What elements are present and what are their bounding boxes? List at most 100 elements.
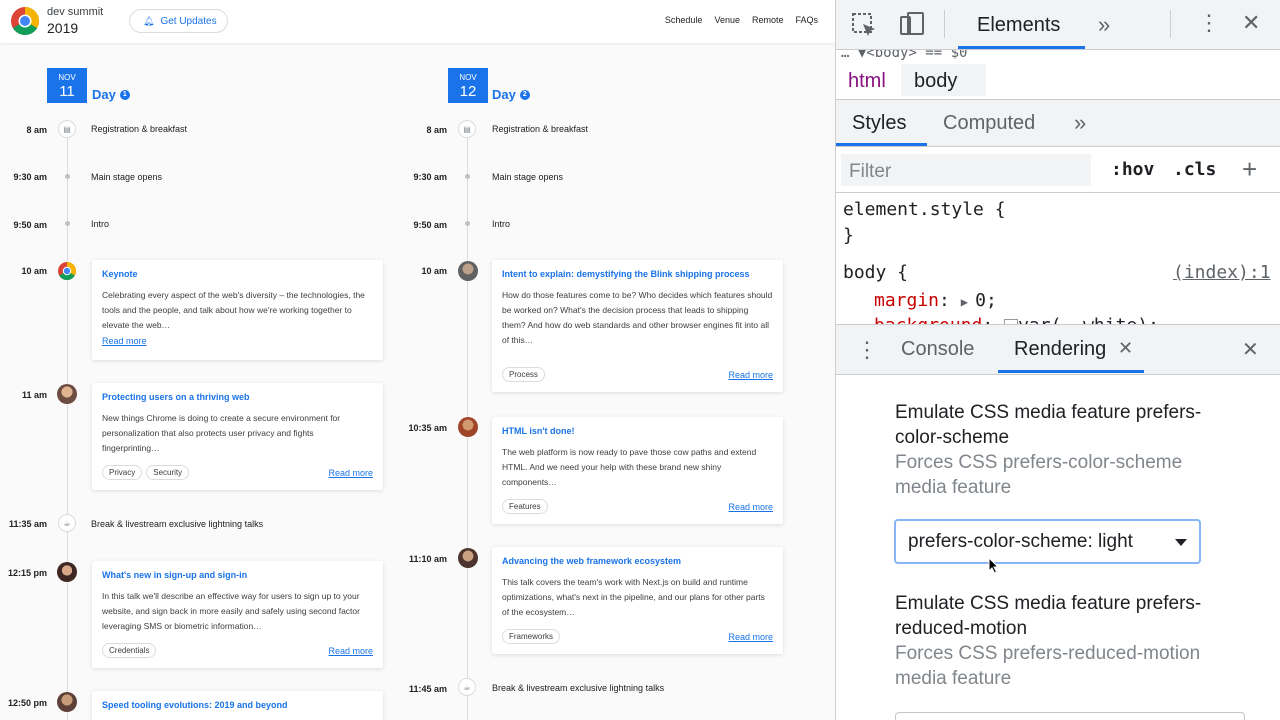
tag-chip[interactable]: Security [146, 465, 190, 480]
property-name-text: margin [874, 290, 940, 311]
add-style-rule-icon[interactable]: + [1242, 154, 1257, 185]
style-rule-selector[interactable]: body { [843, 262, 908, 283]
active-tab-indicator [958, 46, 1085, 49]
tag-chip[interactable]: Credentials [102, 643, 157, 658]
read-more-link[interactable]: Read more [328, 646, 373, 656]
session-footer: Features Read more [502, 499, 773, 514]
session-footer: Privacy Security Read more [102, 465, 373, 480]
prefers-reduced-motion-select[interactable] [895, 712, 1245, 720]
day2-label-text: Day [492, 87, 516, 102]
get-updates-button[interactable]: 🔔︎ Get Updates [129, 9, 228, 33]
active-subtab-indicator [836, 143, 927, 146]
kebab-menu-icon[interactable]: ⋮ [1198, 10, 1220, 36]
breakfast-icon: ▤ [58, 120, 76, 138]
chrome-logo-icon[interactable] [11, 7, 39, 35]
styles-filter-bar: Filter :hov .cls + [836, 147, 1280, 193]
session-title[interactable]: Speed tooling evolutions: 2019 and beyon… [102, 700, 373, 711]
select-value: prefers-color-scheme: light [908, 531, 1133, 552]
event-title: Intro [91, 219, 110, 229]
breadcrumb-html[interactable]: html [848, 70, 886, 93]
drawer-menu-icon[interactable]: ⋮ [856, 337, 878, 363]
event-time: 8 am [426, 125, 447, 135]
tag-chip[interactable]: Features [502, 499, 548, 514]
timeline-dot [465, 174, 470, 179]
drawer-toolbar: ⋮ Console Rendering ✕ ✕ [836, 325, 1280, 375]
session-title[interactable]: Keynote [102, 269, 373, 280]
nav-faqs[interactable]: FAQs [795, 15, 818, 25]
chrome-icon [58, 261, 77, 281]
tag-chip[interactable]: Frameworks [502, 629, 561, 644]
session-card[interactable]: Keynote Celebrating every aspect of the … [92, 260, 383, 360]
expand-triangle-icon[interactable]: ▶ [961, 295, 975, 309]
dom-tree-line: … ▼<body> == $0 [841, 50, 968, 60]
session-card[interactable]: Advancing the web framework ecosystem Th… [492, 547, 783, 654]
style-source-link[interactable]: (index):1 [1173, 262, 1271, 283]
tab-console[interactable]: Console [901, 338, 974, 361]
property-value[interactable]: 0; [975, 290, 997, 311]
event-time: 9:50 am [413, 220, 447, 230]
bell-icon: 🔔︎ [143, 15, 155, 26]
session-title[interactable]: Intent to explain: demystifying the Blin… [502, 269, 773, 280]
day1-column: NOV 11 Day 1 8 am ▤ Registration & break… [0, 43, 400, 720]
tab-elements[interactable]: Elements [977, 14, 1060, 37]
tab-rendering[interactable]: Rendering [1014, 338, 1106, 361]
breakfast-icon: ▤ [458, 120, 476, 138]
breadcrumb-body[interactable]: body [914, 70, 957, 93]
style-rule-selector[interactable]: element.style { [843, 199, 1006, 220]
more-tabs-icon[interactable]: » [1098, 12, 1110, 38]
timeline-dot [465, 221, 470, 226]
session-card[interactable]: Protecting users on a thriving web New t… [92, 383, 383, 490]
read-more-link[interactable]: Read more [728, 370, 773, 380]
day2-column: NOV 12 Day 2 8 am ▤ Registration & break… [400, 43, 800, 720]
nav-remote[interactable]: Remote [752, 15, 784, 25]
read-more-link[interactable]: Read more [728, 632, 773, 642]
read-more-link[interactable]: Read more [328, 468, 373, 478]
tag-chip[interactable]: Process [502, 367, 545, 382]
mouse-cursor-icon [988, 557, 1000, 574]
prefers-color-scheme-select[interactable]: prefers-color-scheme: light [894, 519, 1201, 564]
nav-schedule[interactable]: Schedule [665, 15, 703, 25]
event-time: 10 am [21, 266, 47, 276]
nav-venue[interactable]: Venue [714, 15, 740, 25]
event-time: 8 am [26, 125, 47, 135]
session-card[interactable]: Speed tooling evolutions: 2019 and beyon… [92, 691, 383, 720]
session-title[interactable]: Advancing the web framework ecosystem [502, 556, 773, 567]
read-more-link[interactable]: Read more [102, 336, 373, 346]
device-toolbar-icon[interactable] [898, 10, 926, 38]
session-footer: Credentials Read more [102, 643, 373, 658]
property-value[interactable]: var(--white); [1018, 315, 1159, 324]
session-card[interactable]: Intent to explain: demystifying the Blin… [492, 260, 783, 392]
close-drawer-icon[interactable]: ✕ [1242, 337, 1259, 362]
timeline-dot [65, 221, 70, 226]
tag-chip[interactable]: Privacy [102, 465, 143, 480]
inspect-element-icon[interactable] [851, 12, 877, 38]
cls-toggle[interactable]: .cls [1173, 159, 1216, 180]
tab-computed[interactable]: Computed [943, 112, 1035, 135]
event-time: 11:35 am [8, 519, 47, 529]
read-more-link[interactable]: Read more [728, 502, 773, 512]
event-time: 9:50 am [13, 220, 47, 230]
close-rendering-tab-icon[interactable]: ✕ [1118, 338, 1133, 359]
brand-year: 2019 [47, 20, 79, 36]
style-property-name[interactable]: margin: ▶ 0; [874, 290, 997, 311]
event-title: Intro [492, 219, 511, 229]
day1-label: Day 1 [92, 87, 130, 102]
close-devtools-icon[interactable]: ✕ [1242, 10, 1260, 36]
speaker-avatar [57, 384, 77, 404]
more-subtabs-icon[interactable]: » [1074, 110, 1086, 136]
style-property-name[interactable]: background: var(--white); [874, 315, 1159, 324]
breadcrumb: html body [836, 60, 1280, 100]
session-title[interactable]: What's new in sign-up and sign-in [102, 570, 373, 581]
tab-styles[interactable]: Styles [852, 112, 906, 135]
day1-label-text: Day [92, 87, 116, 102]
session-card[interactable]: HTML isn't done! The web platform is now… [492, 417, 783, 524]
dom-tree-partial: … ▼<body> == $0 [836, 50, 1280, 60]
brand: dev summit 2019 [47, 7, 103, 36]
event-title: Registration & breakfast [91, 124, 188, 134]
devtools-panel: Elements » ⋮ ✕ … ▼<body> == $0 html body… [835, 0, 1280, 720]
hov-toggle[interactable]: :hov [1111, 159, 1154, 180]
session-title[interactable]: HTML isn't done! [502, 426, 773, 437]
session-title[interactable]: Protecting users on a thriving web [102, 392, 373, 403]
session-card[interactable]: What's new in sign-up and sign-in In thi… [92, 561, 383, 668]
filter-input[interactable]: Filter [841, 154, 1091, 186]
